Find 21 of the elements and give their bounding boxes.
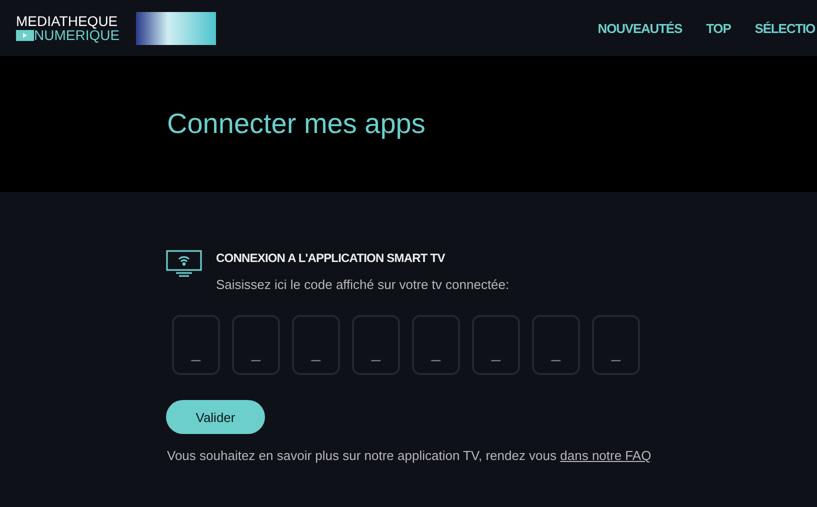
code-input-field[interactable]: _ xyxy=(592,315,640,375)
code-input-field[interactable]: _ xyxy=(412,315,460,375)
logo-text: MEDIATHEQUE xyxy=(16,14,119,28)
nav-link[interactable]: SÉLECTIO xyxy=(754,20,815,36)
instruction-text: Saisissez ici le code affiché sur votre tv connectée: xyxy=(216,277,510,292)
tv-wifi-icon xyxy=(166,250,202,277)
section-title: CONNEXION A L'APPLICATION SMART TV xyxy=(216,251,446,265)
code-input-field[interactable]: _ xyxy=(292,315,340,375)
faq-link[interactable]: dans notre FAQ xyxy=(560,448,652,463)
code-input-field[interactable]: _ xyxy=(172,315,220,375)
code-input-field[interactable]: _ xyxy=(532,315,580,375)
play-icon xyxy=(16,30,34,40)
nav-link[interactable]: NOUVEAUTÉS xyxy=(598,20,682,36)
code-input-field[interactable]: _ xyxy=(352,315,400,375)
code-input-field[interactable]: _ xyxy=(232,315,280,375)
page-title: Connecter mes apps xyxy=(167,108,426,140)
logo-text: NUMERIQUE xyxy=(34,28,120,42)
code-input-field[interactable]: _ xyxy=(472,315,520,375)
info-text: Vous souhaitez en savoir plus sur notre application TV, rendez vous dans notre FAQ xyxy=(167,448,652,463)
validate-button[interactable]: Valider xyxy=(166,400,265,434)
nav-link[interactable]: TOP xyxy=(706,20,731,36)
